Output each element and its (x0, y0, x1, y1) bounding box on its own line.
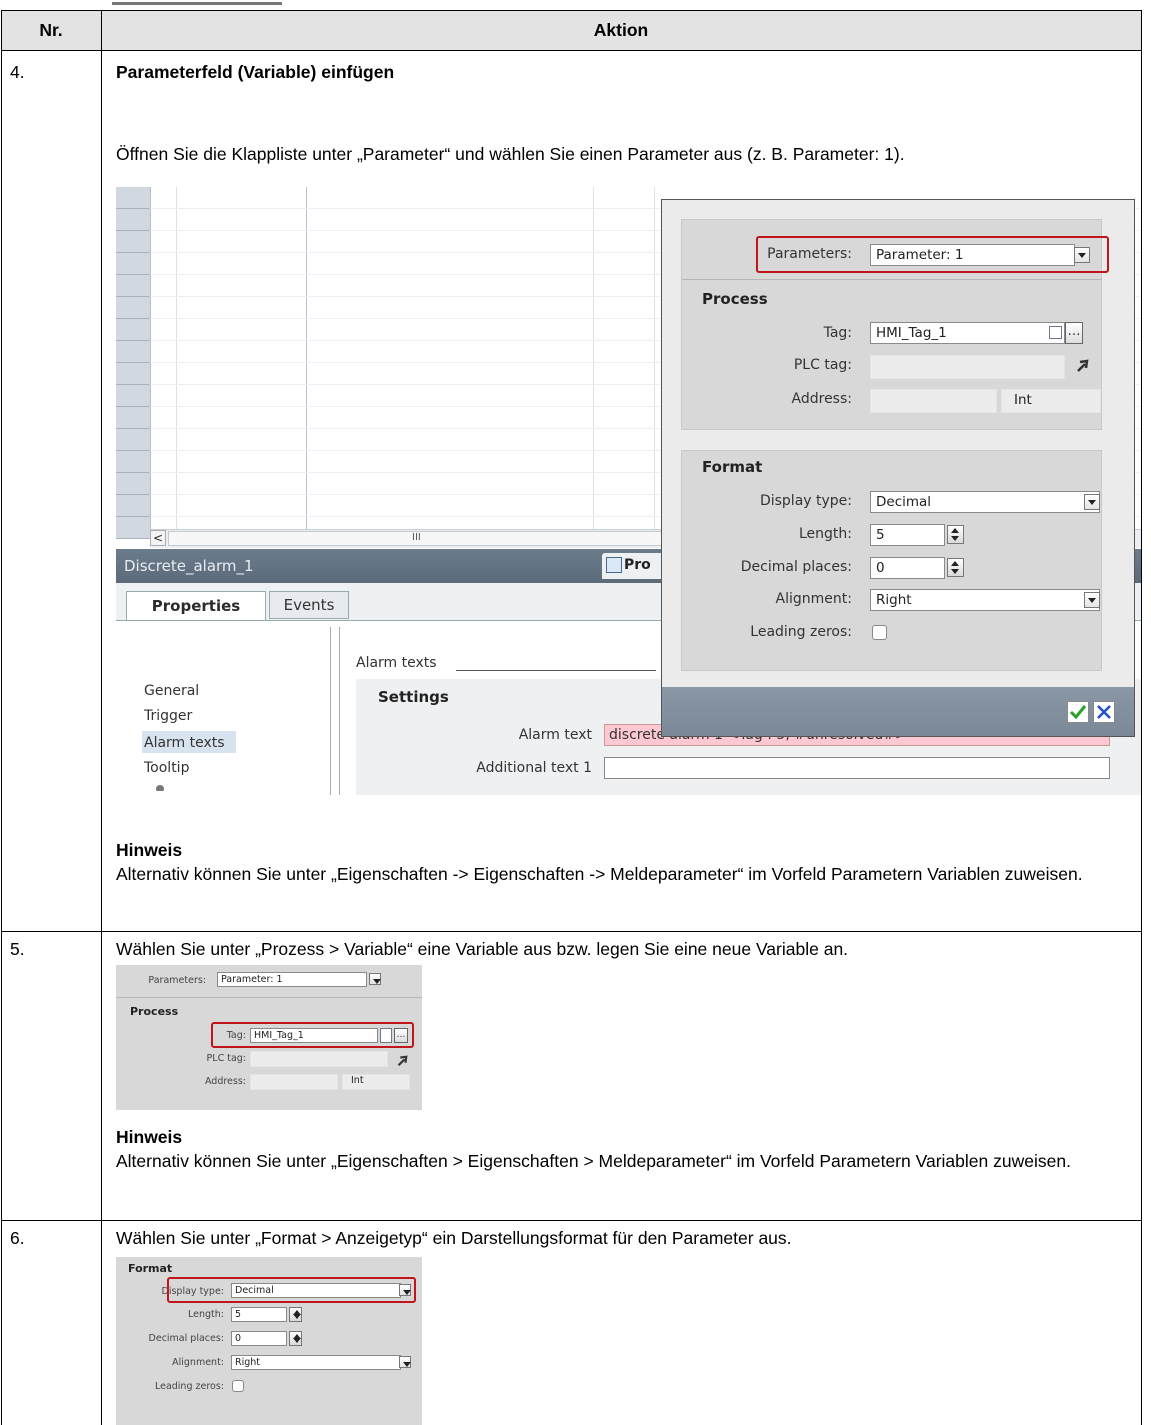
format-title: Format (702, 458, 763, 476)
process-title: Process (130, 1005, 179, 1018)
table-border-left (1, 10, 2, 1425)
note-text: Alternativ können Sie unter „Eigenschaft… (116, 864, 1083, 884)
highlight-parameters (756, 236, 1109, 273)
tab-properties[interactable]: Properties (126, 591, 266, 621)
additional-text-field[interactable] (604, 757, 1110, 779)
row-divider (1, 931, 1142, 932)
arrow-up-right-icon[interactable] (396, 1052, 408, 1067)
alignment-dropdown[interactable]: Right (231, 1355, 401, 1370)
leading-zeros-label: Leading zeros: (154, 1381, 224, 1392)
address-field (870, 389, 997, 413)
note-text: Alternativ können Sie unter „Eigenschaft… (116, 1151, 1071, 1171)
group-title: Alarm texts (356, 655, 437, 671)
row-number: 5. (10, 939, 25, 959)
scroll-grip: III (412, 532, 421, 543)
column-divider (101, 10, 102, 1425)
leading-zeros-label: Leading zeros: (750, 624, 852, 640)
decimal-places-field[interactable]: 0 (231, 1331, 287, 1346)
note-title: Hinweis (116, 1127, 183, 1147)
alignment-label: Alignment: (172, 1357, 224, 1368)
length-field[interactable]: 5 (870, 524, 945, 546)
length-label: Length: (798, 526, 852, 542)
row-number: 6. (10, 1228, 25, 1248)
decimal-places-label: Decimal places: (148, 1333, 224, 1344)
leading-zeros-checkbox[interactable] (232, 1380, 244, 1392)
tag-field[interactable]: HMI_Tag_1 (870, 322, 1065, 344)
plc-tag-field (870, 355, 1065, 379)
nav-item-trigger[interactable]: Trigger (144, 708, 192, 724)
address-type: Int (1001, 389, 1101, 413)
length-stepper[interactable] (947, 525, 964, 544)
row-divider (1, 50, 1142, 51)
address-field (250, 1074, 338, 1090)
decimal-places-label: Decimal places: (740, 559, 852, 575)
properties-icon (606, 557, 622, 573)
parameter-popup: Parameters: Parameter: 1 Process Tag: HM… (661, 199, 1135, 737)
address-label: Address: (204, 1076, 246, 1087)
nav-item-alarm-texts[interactable]: Alarm texts (144, 735, 225, 751)
popup-footer (662, 687, 1134, 736)
nav-item-tooltip[interactable]: Tooltip (144, 760, 189, 776)
process-title: Process (702, 290, 768, 308)
highlight-tag (211, 1022, 414, 1048)
plc-tag-field (250, 1051, 388, 1067)
chevron-down-icon[interactable] (1084, 592, 1100, 608)
nav-item-general[interactable]: General (144, 683, 199, 699)
chevron-down-icon[interactable] (399, 1356, 411, 1368)
chevron-down-icon[interactable] (369, 973, 381, 985)
decimal-places-stepper[interactable] (289, 1331, 302, 1346)
alarm-text-label: Alarm text (518, 727, 592, 743)
address-label: Address: (791, 391, 852, 407)
address-type: Int (342, 1074, 410, 1090)
leading-zeros-checkbox[interactable] (872, 625, 887, 640)
length-stepper[interactable] (289, 1307, 302, 1322)
row-text: Wählen Sie unter „Format > Anzeigetyp“ e… (116, 1228, 792, 1248)
parameters-label: Parameters: (148, 975, 206, 986)
decimal-places-field[interactable]: 0 (870, 557, 945, 579)
plc-tag-label: PLC tag: (793, 357, 852, 373)
arrow-up-right-icon[interactable] (1075, 358, 1089, 372)
decimal-places-stepper[interactable] (947, 558, 964, 577)
parameters-dropdown[interactable]: Parameter: 1 (217, 972, 367, 987)
alignment-label: Alignment: (775, 591, 852, 607)
browse-button[interactable]: … (1065, 322, 1083, 344)
screenshot-format: Format Display type: Decimal Length: 5 D… (116, 1257, 422, 1425)
cancel-icon[interactable] (1093, 701, 1115, 723)
row-number: 4. (10, 62, 25, 82)
row-divider (1, 1220, 1142, 1221)
table-border-top (1, 10, 1142, 11)
highlight-display-type (167, 1277, 416, 1303)
length-field[interactable]: 5 (231, 1307, 287, 1322)
chevron-down-icon[interactable] (1084, 494, 1100, 510)
format-title: Format (128, 1262, 173, 1275)
plc-tag-label: PLC tag: (206, 1053, 246, 1064)
settings-title: Settings (378, 688, 449, 706)
scroll-left-icon[interactable]: < (150, 530, 166, 546)
table-border-right (1141, 10, 1142, 1425)
screenshot-alarm-editor: < III Discrete_alarm_1 Pro Properties Ev… (116, 187, 1141, 795)
note-title: Hinweis (116, 840, 183, 860)
confirm-icon[interactable] (1067, 701, 1089, 723)
alignment-dropdown[interactable]: Right (870, 589, 1100, 611)
tag-label: Tag: (823, 325, 852, 341)
display-type-label: Display type: (759, 493, 852, 509)
screenshot-process: Parameters: Parameter: 1 Process Tag: HM… (116, 965, 422, 1110)
row-text: Wählen Sie unter „Prozess > Variable“ ei… (116, 939, 849, 959)
header-nr: Nr. (39, 20, 63, 40)
display-type-dropdown[interactable]: Decimal (870, 491, 1100, 513)
tag-list-icon[interactable] (1049, 326, 1062, 339)
length-label: Length: (188, 1309, 224, 1320)
row-title: Parameterfeld (Variable) einfügen (116, 62, 395, 82)
row-text: Öffnen Sie die Klappliste unter „Paramet… (116, 144, 905, 164)
alarm-name: Discrete_alarm_1 (124, 557, 254, 575)
scroll-thumb[interactable] (168, 531, 688, 546)
header-aktion: Aktion (593, 20, 649, 40)
tab-events[interactable]: Events (269, 591, 349, 619)
clipped-heading-fragment (100, 0, 320, 6)
additional-text-label: Additional text 1 (476, 760, 592, 776)
